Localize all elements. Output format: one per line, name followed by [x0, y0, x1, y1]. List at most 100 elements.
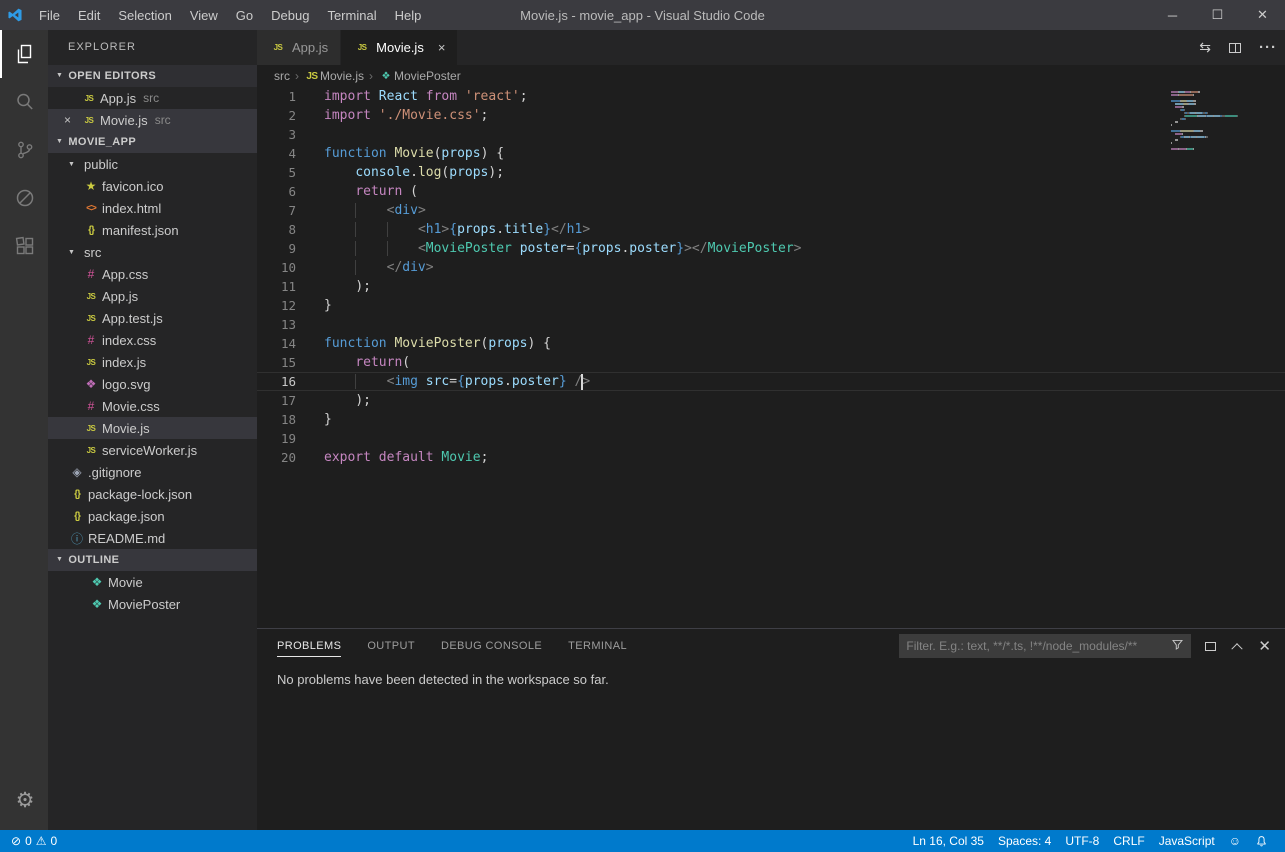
split-editor-icon[interactable] [1229, 42, 1241, 53]
code-line[interactable]: 15 return( [257, 353, 1285, 372]
activitybar-search-icon[interactable] [0, 78, 48, 126]
close-panel-icon[interactable]: ✕ [1258, 637, 1271, 655]
code-line[interactable]: 19 [257, 429, 1285, 448]
code-line[interactable]: 4 function Movie(props) { [257, 144, 1285, 163]
open-editor-item[interactable]: JS App.js src [48, 87, 257, 109]
breadcrumb-separator: › [295, 69, 299, 83]
panel-tab-debug-console[interactable]: DEBUG CONSOLE [441, 636, 542, 657]
open-editor-item[interactable]: × JS Movie.js src [48, 109, 257, 131]
more-actions-icon[interactable]: ··· [1259, 39, 1277, 56]
code-line[interactable]: 8 <h1>{props.title}</h1> [257, 220, 1285, 239]
maximize-button[interactable]: ☐ [1195, 0, 1240, 30]
cursor-position-status[interactable]: Ln 16, Col 35 [906, 834, 991, 848]
code-line[interactable]: 6 return ( [257, 182, 1285, 201]
panel-tab-problems[interactable]: PROBLEMS [277, 636, 342, 657]
outline-item[interactable]: ❖ MoviePoster [48, 593, 257, 615]
panel-layout-icon[interactable] [1205, 638, 1223, 651]
activitybar-explorer-icon[interactable] [0, 30, 48, 78]
file-item[interactable]: {} package.json [48, 505, 257, 527]
line-text [296, 429, 324, 448]
activitybar-settings-icon[interactable]: ⚙ [0, 776, 48, 824]
code-line[interactable]: 5 console.log(props); [257, 163, 1285, 182]
menu-go[interactable]: Go [227, 8, 262, 23]
menu-terminal[interactable]: Terminal [318, 8, 385, 23]
file-item[interactable]: JS index.js [48, 351, 257, 373]
menu-selection[interactable]: Selection [109, 8, 180, 23]
code-editor[interactable]: 1 import React from 'react'; 2 import './Mo… [257, 87, 1285, 628]
activitybar-source-control-icon[interactable] [0, 126, 48, 174]
file-item[interactable]: <> index.html [48, 197, 257, 219]
file-item[interactable]: JS Movie.js [48, 417, 257, 439]
line-number: 8 [288, 222, 296, 237]
code-line[interactable]: 14 function MoviePoster(props) { [257, 334, 1285, 353]
code-line[interactable]: 13 [257, 315, 1285, 334]
menu-edit[interactable]: Edit [69, 8, 109, 23]
activitybar-extensions-icon[interactable] [0, 222, 48, 270]
filter-input[interactable] [906, 639, 1172, 653]
folder-item[interactable]: ▼ src [48, 241, 257, 263]
line-number: 20 [280, 450, 296, 465]
json-file-icon: {} [88, 224, 95, 236]
problems-filter[interactable] [899, 634, 1192, 658]
open-changes-icon[interactable]: ⇆ [1199, 39, 1211, 56]
file-item[interactable]: {} package-lock.json [48, 483, 257, 505]
close-icon[interactable]: × [438, 40, 446, 55]
menu-debug[interactable]: Debug [262, 8, 318, 23]
outline-item[interactable]: ❖ Movie [48, 571, 257, 593]
file-item[interactable]: ◈ .gitignore [48, 461, 257, 483]
breadcrumb-item[interactable]: src [274, 69, 290, 83]
file-item[interactable]: JS App.js [48, 285, 257, 307]
code-line[interactable]: 9 <MoviePoster poster={props.poster}></M… [257, 239, 1285, 258]
indentation-status[interactable]: Spaces: 4 [991, 834, 1058, 848]
code-line[interactable]: 16 <img src={props.poster} /> [257, 372, 1285, 391]
file-item[interactable]: JS App.test.js [48, 307, 257, 329]
activitybar-debug-icon[interactable] [0, 174, 48, 222]
notifications-bell-icon[interactable] [1248, 835, 1275, 848]
open-editors-header[interactable]: ▼ OPEN EDITORS [48, 65, 257, 87]
code-line[interactable]: 10 </div> [257, 258, 1285, 277]
file-item[interactable]: ★ favicon.ico [48, 175, 257, 197]
close-icon[interactable]: × [64, 113, 80, 127]
close-window-button[interactable]: ✕ [1240, 0, 1285, 30]
file-item[interactable]: ❖ logo.svg [48, 373, 257, 395]
menu-view[interactable]: View [181, 8, 227, 23]
maximize-panel-icon[interactable] [1231, 643, 1244, 655]
breadcrumb-item[interactable]: JS Movie.js [304, 69, 364, 83]
code-line[interactable]: 1 import React from 'react'; [257, 87, 1285, 106]
eol-status[interactable]: CRLF [1106, 834, 1151, 848]
code-line[interactable]: 3 [257, 125, 1285, 144]
file-item[interactable]: # index.css [48, 329, 257, 351]
file-item[interactable]: # Movie.css [48, 395, 257, 417]
code-line[interactable]: 2 import './Movie.css'; [257, 106, 1285, 125]
outline-header[interactable]: ▼ OUTLINE [48, 549, 257, 571]
code-line[interactable]: 18} [257, 410, 1285, 429]
minimap[interactable] [1171, 91, 1271, 151]
minimize-button[interactable]: ─ [1150, 0, 1195, 30]
editor-tab-app-js[interactable]: JS App.js [257, 30, 342, 65]
editor-tabs: JS App.js JS Movie.js × [257, 30, 459, 65]
file-path: src [143, 91, 160, 105]
workspace-header[interactable]: ▼ MOVIE_APP [48, 131, 257, 153]
panel-tab-terminal[interactable]: TERMINAL [568, 636, 627, 657]
code-line[interactable]: 20 export default Movie; [257, 448, 1285, 467]
code-line[interactable]: 11 ); [257, 277, 1285, 296]
breadcrumb-item[interactable]: ❖ MoviePoster [378, 69, 461, 83]
menu-file[interactable]: File [30, 8, 69, 23]
panel-tab-output[interactable]: OUTPUT [367, 636, 415, 657]
code-line[interactable]: 7 <div> [257, 201, 1285, 220]
file-item[interactable]: ⓘ README.md [48, 527, 257, 549]
folder-item[interactable]: ▼ public [48, 153, 257, 175]
file-item[interactable]: JS serviceWorker.js [48, 439, 257, 461]
file-item[interactable]: # App.css [48, 263, 257, 285]
editor-tab-movie-js[interactable]: JS Movie.js × [341, 30, 459, 65]
language-status[interactable]: JavaScript [1152, 834, 1222, 848]
symbol-file-icon: ❖ [91, 575, 103, 589]
file-item[interactable]: {} manifest.json [48, 219, 257, 241]
feedback-icon[interactable]: ☺ [1222, 834, 1248, 848]
problems-status[interactable]: ⊘ 0 ⚠ 0 [4, 834, 64, 848]
code-line[interactable]: 12} [257, 296, 1285, 315]
encoding-status[interactable]: UTF-8 [1058, 834, 1106, 848]
menu-help[interactable]: Help [386, 8, 431, 23]
panel-actions: ✕ [1205, 637, 1271, 655]
code-line[interactable]: 17 ); [257, 391, 1285, 410]
